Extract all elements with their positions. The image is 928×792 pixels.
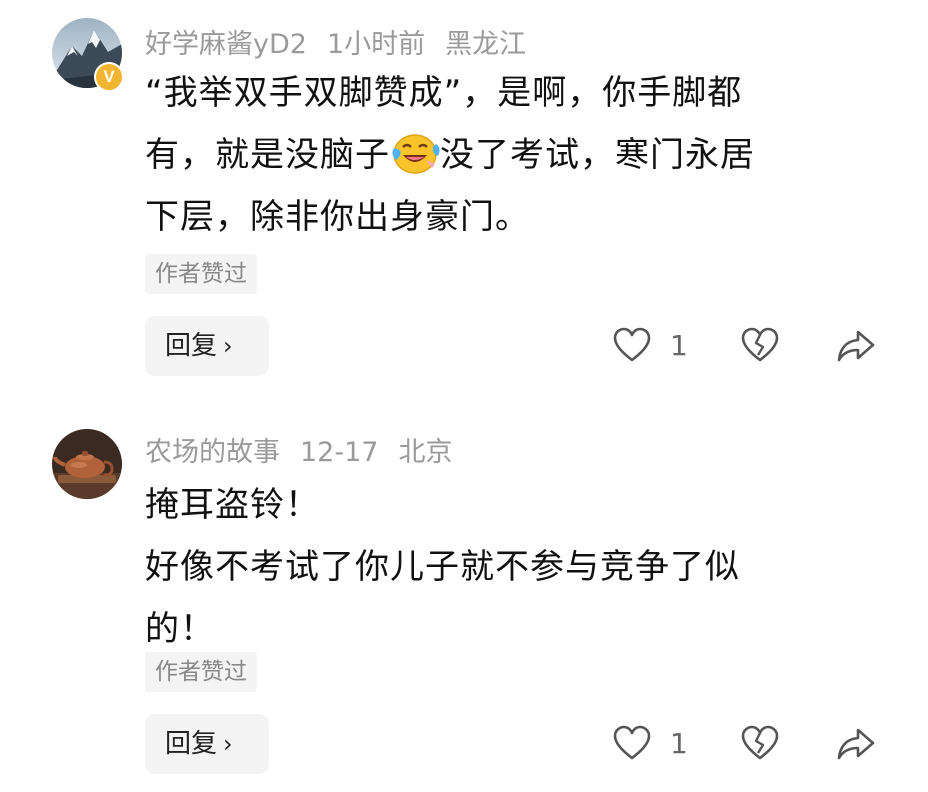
share-button[interactable] <box>836 326 876 366</box>
verified-badge-icon: V <box>94 62 124 92</box>
broken-heart-icon <box>741 327 779 362</box>
timestamp: 12-17 <box>300 437 379 468</box>
comment-line: 的！ <box>145 609 215 649</box>
author-liked-tag: 作者赞过 <box>145 652 257 692</box>
heart-outline-icon <box>613 327 651 362</box>
like-count: 1 <box>670 329 688 362</box>
share-arrow-icon <box>837 728 875 760</box>
comment-item: 农场的故事 12-17 北京 掩耳盗铃！ 好像不考试了你儿子就不参与竞争了似 的！ … <box>0 400 928 792</box>
comment-line-segment: 有，就是没脑子 <box>145 135 390 175</box>
share-button[interactable] <box>836 724 876 764</box>
dislike-button[interactable] <box>740 326 780 366</box>
comment-meta: 好学麻酱yD2 1小时前 黑龙江 <box>145 22 546 61</box>
avatar[interactable] <box>52 429 122 499</box>
reply-button[interactable]: 回复 › <box>145 714 269 774</box>
comment-text: “我举双手双脚赞成”，是啊，你手脚都 有，就是没脑子 没了考试，寒门永居 下层，… <box>145 62 865 248</box>
reply-label: 回复 <box>165 331 218 361</box>
chevron-right-icon: › <box>223 332 233 360</box>
heart-outline-icon <box>613 725 651 760</box>
comment-line: 好像不考试了你儿子就不参与竞争了似 <box>145 547 740 587</box>
like-count: 1 <box>670 727 688 760</box>
author-liked-tag: 作者赞过 <box>145 254 257 294</box>
like-button[interactable]: 1 <box>612 724 688 764</box>
comment-line: 下层，除非你出身豪门。 <box>145 197 530 237</box>
dislike-button[interactable] <box>740 724 780 764</box>
location: 黑龙江 <box>445 29 527 60</box>
comment-line: “我举双手双脚赞成”，是啊，你手脚都 <box>145 73 743 113</box>
username[interactable]: 农场的故事 <box>145 437 280 468</box>
share-arrow-icon <box>837 330 875 362</box>
reply-button[interactable]: 回复 › <box>145 316 269 376</box>
broken-heart-icon <box>741 725 779 760</box>
laughing-crying-emoji-icon <box>390 130 440 176</box>
comment-line-segment: 没了考试，寒门永居 <box>440 135 755 175</box>
comment-item: V 好学麻酱yD2 1小时前 黑龙江 “我举双手双脚赞成”，是啊，你手脚都 有，就是… <box>0 0 928 400</box>
reply-label: 回复 <box>165 729 218 759</box>
timestamp: 1小时前 <box>326 29 426 60</box>
location: 北京 <box>398 437 453 468</box>
chevron-right-icon: › <box>223 730 233 758</box>
comment-line: 掩耳盗铃！ <box>145 485 320 525</box>
avatar[interactable]: V <box>52 18 124 92</box>
like-button[interactable]: 1 <box>612 326 688 366</box>
comment-line: 有，就是没脑子 没了考试，寒门永居 <box>145 124 865 186</box>
username[interactable]: 好学麻酱yD2 <box>145 29 307 60</box>
comment-meta: 农场的故事 12-17 北京 <box>145 430 472 469</box>
comment-text: 掩耳盗铃！ 好像不考试了你儿子就不参与竞争了似 的！ <box>145 474 865 660</box>
